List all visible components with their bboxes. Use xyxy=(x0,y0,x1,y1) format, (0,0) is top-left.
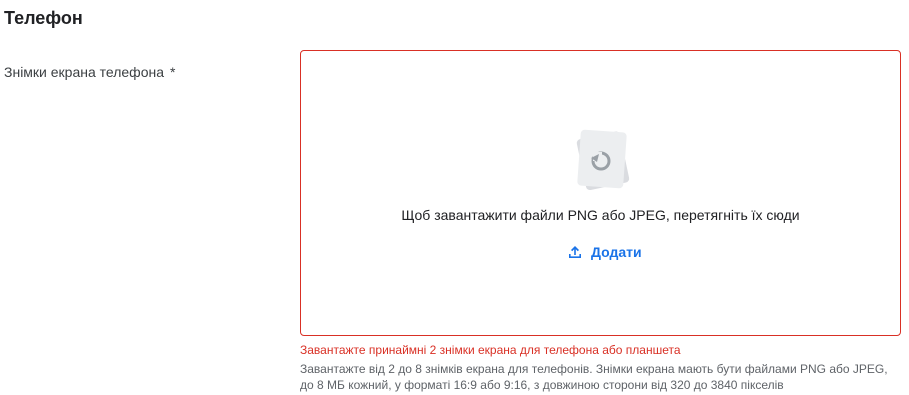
upload-icon xyxy=(567,244,583,260)
screenshot-dropzone[interactable]: Щоб завантажити файли PNG або JPEG, пере… xyxy=(300,50,901,336)
field-label-text: Знімки екрана телефона xyxy=(4,64,165,80)
dropzone-prompt: Щоб завантажити файли PNG або JPEG, пере… xyxy=(401,207,800,223)
section-title: Телефон xyxy=(4,8,83,28)
add-button-label: Додати xyxy=(591,244,642,260)
error-message: Завантажте принаймні 2 знімки екрана для… xyxy=(300,343,681,357)
help-text: Завантажте від 2 до 8 знімків екрана для… xyxy=(300,362,888,392)
field-label: Знімки екрана телефона * xyxy=(4,63,175,81)
image-stack-icon xyxy=(571,125,633,193)
required-marker: * xyxy=(170,64,176,80)
add-button[interactable]: Додати xyxy=(563,240,646,264)
